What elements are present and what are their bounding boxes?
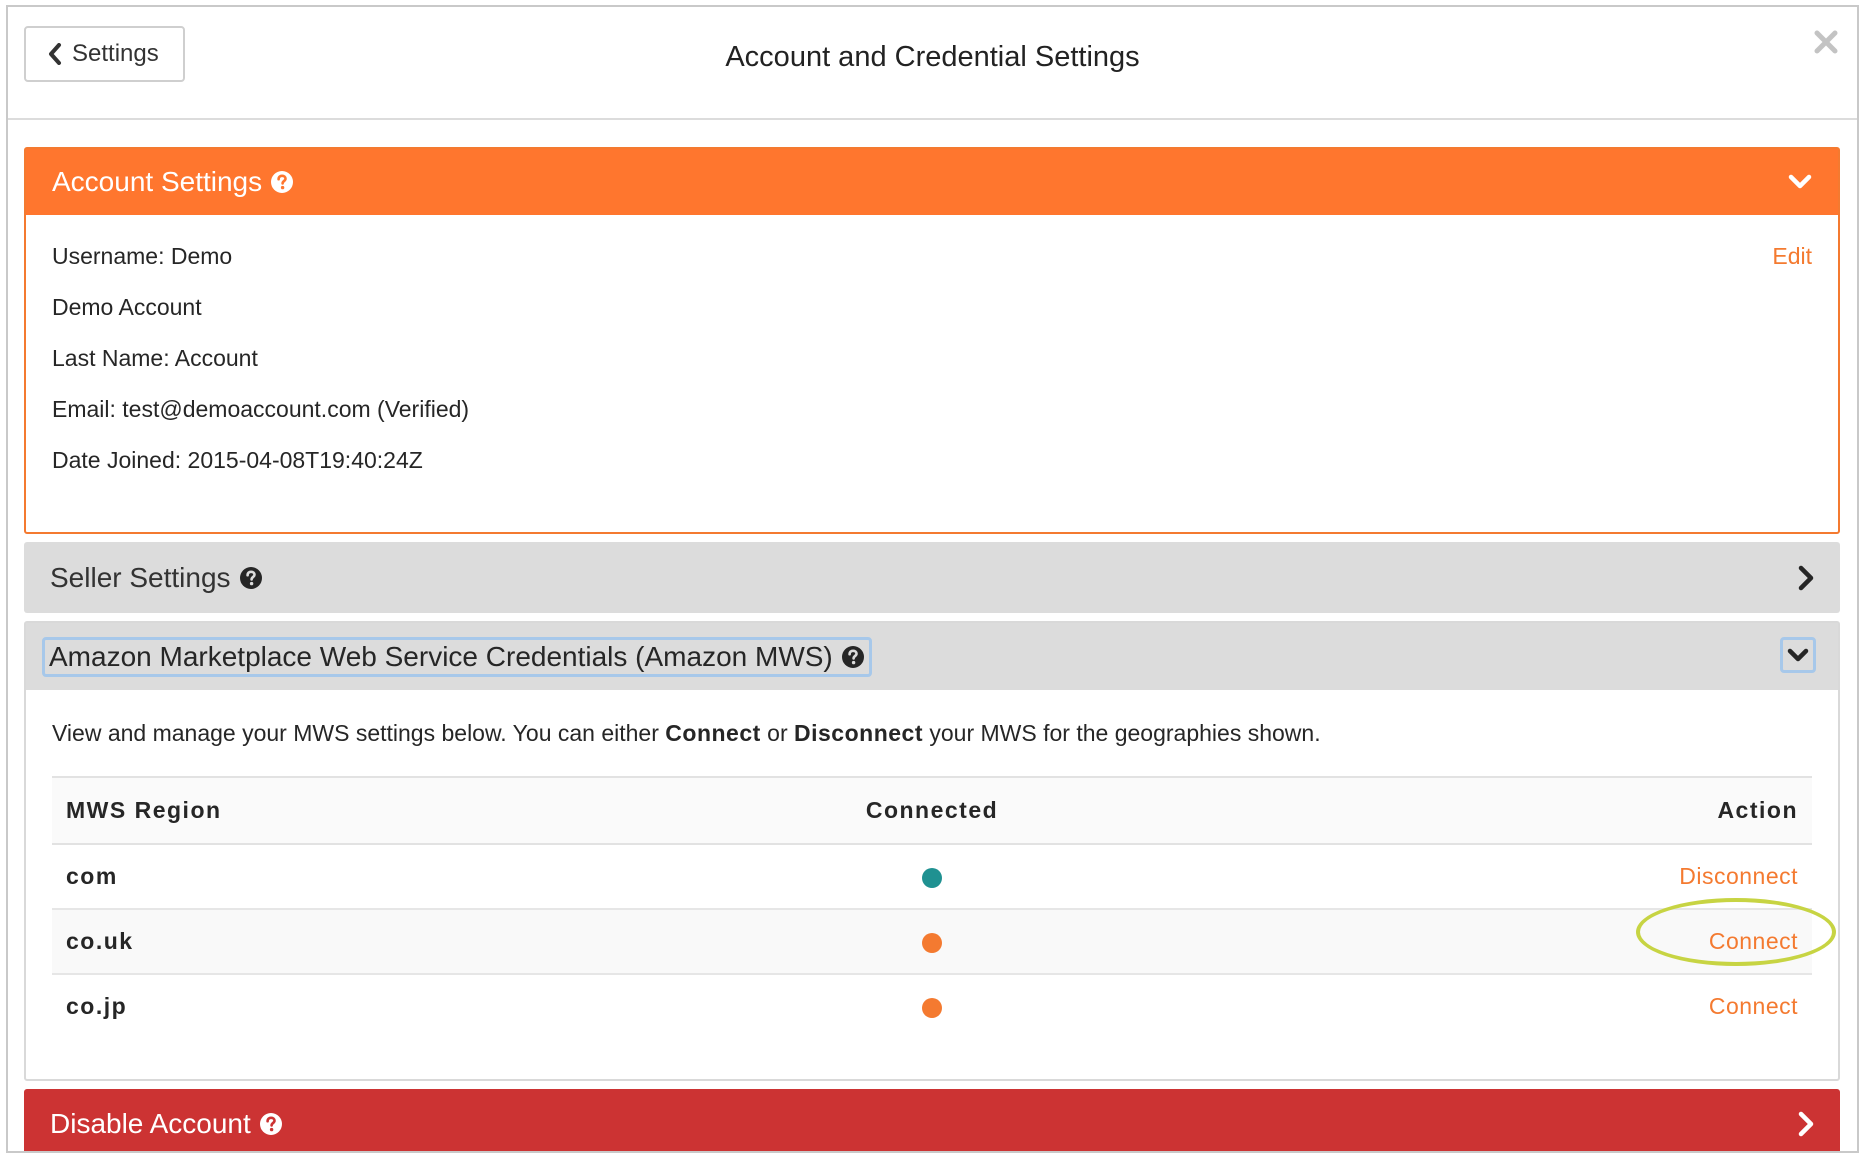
date-joined-line: Date Joined: 2015-04-08T19:40:24Z bbox=[52, 447, 423, 473]
mws-credentials-title: Amazon Marketplace Web Service Credentia… bbox=[49, 640, 833, 672]
seller-settings-panel: Seller Settings bbox=[24, 542, 1840, 613]
column-header-connected: Connected bbox=[756, 776, 1108, 845]
status-dot-connected bbox=[922, 867, 942, 888]
account-details: Username: Demo Demo Account Last Name: A… bbox=[26, 215, 1838, 486]
chevron-right-icon[interactable] bbox=[1798, 1111, 1814, 1137]
column-header-region: MWS Region bbox=[52, 776, 756, 845]
mws-credentials-panel: Amazon Marketplace Web Service Credentia… bbox=[24, 621, 1840, 1081]
table-row: com Disconnect bbox=[52, 844, 1812, 910]
chevron-down-icon[interactable] bbox=[1788, 174, 1812, 190]
account-settings-panel: Account Settings Username: Demo Demo Acc… bbox=[24, 147, 1840, 534]
username-line: Username: Demo bbox=[52, 243, 233, 269]
connect-link-label: Connect bbox=[1708, 928, 1798, 954]
last-name-line: Last Name: Account bbox=[52, 345, 258, 371]
mws-credentials-header[interactable]: Amazon Marketplace Web Service Credentia… bbox=[26, 623, 1838, 690]
top-bar: Settings Account and Credential Settings bbox=[8, 7, 1857, 120]
edit-account-link[interactable]: Edit bbox=[1772, 231, 1812, 282]
table-header-row: MWS Region Connected Action bbox=[52, 776, 1812, 845]
mws-title-focus-ring[interactable]: Amazon Marketplace Web Service Credentia… bbox=[42, 636, 872, 677]
account-name-line: Demo Account bbox=[52, 294, 202, 320]
help-icon[interactable] bbox=[239, 566, 263, 590]
settings-window: Settings Account and Credential Settings… bbox=[6, 5, 1859, 1153]
action-cell: Disconnect bbox=[1108, 844, 1812, 910]
region-cell: co.jp bbox=[66, 993, 128, 1019]
action-cell: Connect bbox=[1108, 974, 1812, 1038]
connected-cell bbox=[756, 844, 1108, 910]
email-line: Email: test@demoaccount.com (Verified) bbox=[52, 396, 470, 422]
help-icon[interactable] bbox=[841, 645, 865, 669]
connect-link[interactable]: Connect bbox=[1709, 993, 1798, 1020]
connected-cell bbox=[756, 909, 1108, 975]
connected-cell bbox=[756, 974, 1108, 1038]
chevron-down-icon bbox=[1787, 648, 1809, 661]
desc-connect-word: Connect bbox=[665, 720, 761, 746]
table-row: co.jp Connect bbox=[52, 974, 1812, 1038]
disable-account-panel: Disable Account bbox=[24, 1089, 1840, 1151]
region-cell: com bbox=[52, 844, 756, 910]
desc-text-mid: or bbox=[760, 720, 795, 746]
status-dot-disconnected bbox=[922, 997, 942, 1018]
disable-account-title: Disable Account bbox=[50, 1108, 251, 1139]
help-icon[interactable] bbox=[259, 1112, 283, 1136]
disable-account-header[interactable]: Disable Account bbox=[24, 1089, 1840, 1151]
region-cell: co.uk bbox=[52, 909, 756, 975]
desc-text-pre: View and manage your MWS settings below.… bbox=[52, 720, 666, 746]
column-header-action: Action bbox=[1108, 776, 1812, 845]
mws-description: View and manage your MWS settings below.… bbox=[52, 690, 1812, 776]
account-settings-header[interactable]: Account Settings bbox=[26, 149, 1838, 215]
mws-collapse-button[interactable] bbox=[1780, 637, 1816, 673]
seller-settings-header[interactable]: Seller Settings bbox=[24, 542, 1840, 613]
chevron-right-icon[interactable] bbox=[1798, 565, 1814, 591]
page-title: Account and Credential Settings bbox=[725, 41, 1140, 73]
account-settings-title: Account Settings bbox=[52, 166, 263, 197]
help-icon[interactable] bbox=[270, 170, 294, 194]
mws-region-table: MWS Region Connected Action com Disconne… bbox=[52, 776, 1836, 1038]
connect-link-highlighted[interactable]: Connect bbox=[1636, 898, 1836, 966]
desc-text-post: your MWS for the geographies shown. bbox=[923, 720, 1321, 746]
seller-settings-title: Seller Settings bbox=[50, 561, 231, 593]
close-icon[interactable] bbox=[1811, 27, 1841, 57]
action-cell: Connect bbox=[1108, 898, 1836, 975]
mws-body: View and manage your MWS settings below.… bbox=[26, 690, 1838, 1038]
status-dot-disconnected bbox=[922, 932, 942, 953]
desc-disconnect-word: Disconnect bbox=[794, 720, 923, 746]
table-row: co.uk Connect bbox=[52, 898, 1836, 975]
disconnect-link[interactable]: Disconnect bbox=[1679, 863, 1798, 890]
